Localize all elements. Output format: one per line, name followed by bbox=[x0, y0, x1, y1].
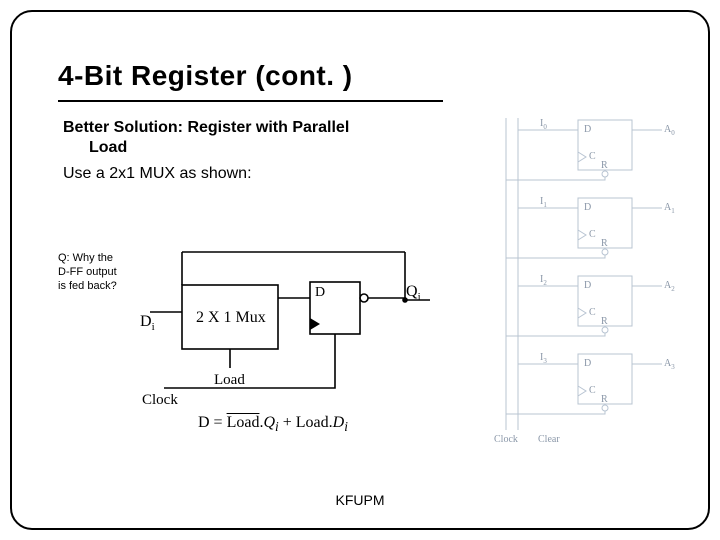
right-d1: D bbox=[584, 202, 591, 213]
right-c0: C bbox=[589, 151, 596, 162]
right-i1: I1 bbox=[540, 196, 547, 209]
mux-box-label: 2 X 1 Mux bbox=[196, 309, 266, 326]
eq-di: i bbox=[344, 419, 348, 434]
right-r3: R bbox=[601, 394, 608, 405]
di-input-label: Di bbox=[140, 313, 155, 333]
right-d3: D bbox=[584, 358, 591, 369]
right-d2: D bbox=[584, 280, 591, 291]
right-a2: A2 bbox=[664, 280, 675, 293]
mux-diagram: 2 X 1 Mux D Qi Di Load Clock bbox=[140, 240, 440, 430]
slide-title: 4-Bit Register (cont. ) bbox=[58, 60, 353, 92]
right-i2: I2 bbox=[540, 274, 547, 287]
right-c3: C bbox=[589, 385, 596, 396]
question-note: Q: Why the D-FF output is fed back? bbox=[58, 252, 138, 293]
dff-d-label: D bbox=[315, 285, 325, 300]
right-clock-label: Clock bbox=[494, 434, 518, 445]
eq-load: Load bbox=[296, 414, 329, 431]
clock-label: Clock bbox=[142, 392, 178, 408]
right-r0: R bbox=[601, 160, 608, 171]
right-i3: I3 bbox=[540, 352, 547, 365]
right-r1: R bbox=[601, 238, 608, 249]
eq-q: Q bbox=[263, 414, 275, 431]
right-a0: A0 bbox=[664, 124, 675, 137]
eq-loadbar: Load bbox=[227, 414, 260, 431]
eq-plus: + bbox=[279, 414, 296, 431]
note-l2: D-FF output bbox=[58, 266, 117, 278]
body-text: Better Solution: Register with Parallel … bbox=[63, 118, 443, 184]
right-r2: R bbox=[601, 316, 608, 327]
eq-lhs: D = bbox=[198, 414, 227, 431]
right-a3: A3 bbox=[664, 358, 675, 371]
equation: D = Load.Qi + Load.Di bbox=[198, 414, 348, 435]
right-i0: I0 bbox=[540, 118, 547, 131]
note-l1: Q: Why the bbox=[58, 252, 113, 264]
right-a1: A1 bbox=[664, 202, 675, 215]
right-clear-label: Clear bbox=[538, 434, 560, 445]
body-line2: Use a 2x1 MUX as shown: bbox=[63, 164, 443, 184]
slide-root: 4-Bit Register (cont. ) Better Solution:… bbox=[0, 0, 720, 540]
right-register-diagram: I0 D C R A0 I1 D C R A1 I2 D C R A2 I3 D… bbox=[486, 110, 686, 450]
right-c2: C bbox=[589, 307, 596, 318]
body-line1b: Load bbox=[89, 139, 127, 156]
right-d0: D bbox=[584, 124, 591, 135]
load-label: Load bbox=[214, 372, 245, 388]
title-underline bbox=[58, 100, 443, 102]
note-l3: is fed back? bbox=[58, 280, 117, 292]
right-c1: C bbox=[589, 229, 596, 240]
footer: KFUPM bbox=[0, 492, 720, 508]
eq-d: D bbox=[333, 414, 345, 431]
body-line1a: Better Solution: Register with Parallel bbox=[63, 119, 349, 136]
